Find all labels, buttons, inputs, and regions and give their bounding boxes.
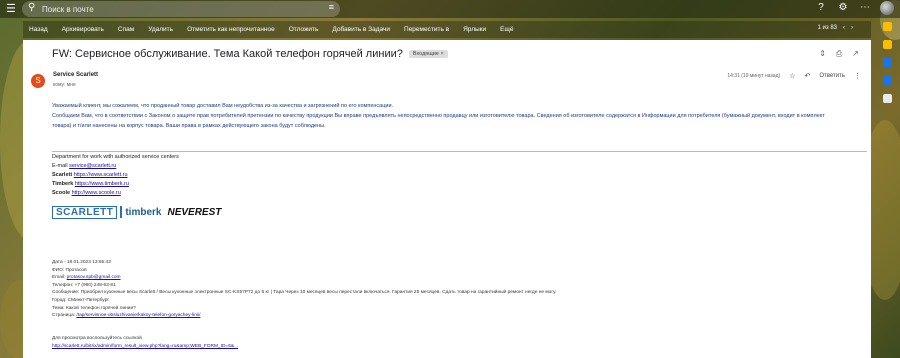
sig-scarlett-line: Scarlett https://www.scarlett.ru — [52, 171, 179, 180]
form-email-line: Email: protasov.spb@gmail.com — [52, 274, 556, 282]
recipient-line[interactable]: кому: мне — [53, 82, 76, 88]
message-time: 14:31 (19 минут назад) — [727, 73, 781, 79]
expand-icon[interactable]: ⇕ — [819, 49, 826, 59]
star-icon[interactable]: ☆ — [789, 72, 795, 80]
inbox-label-chip[interactable]: Входящие × — [408, 50, 448, 58]
sig-email-label: E-mail — [52, 163, 68, 169]
sig-scarlett-label: Scarlett — [52, 172, 73, 178]
form-city: Город: СМинкт-Петербург — [52, 297, 110, 303]
next-icon[interactable]: › — [851, 25, 853, 31]
form-date: Дата - 18.01.2023 13:55:43 — [52, 260, 111, 265]
sig-timberk-label: Timberk — [52, 181, 74, 187]
divider — [52, 151, 867, 152]
form-message: Сообщение: Приобрел кухонные весы Scarle… — [52, 290, 557, 296]
apps-grid-icon[interactable]: ⋯ — [858, 1, 872, 15]
pager: 1 из 83 ‹ › — [818, 25, 853, 31]
scarlett-logo: SCARLETT — [52, 205, 118, 219]
pager-count: 1 из 83 — [817, 25, 837, 31]
keep-app-icon[interactable] — [882, 40, 892, 49]
more-button[interactable]: Ещё — [500, 26, 513, 33]
help-icon[interactable]: ? — [814, 1, 828, 15]
footer-note: Для просмотра воспользуйтесь ссылкой — [52, 336, 142, 341]
brand-logos: SCARLETT timberk NEVEREST — [52, 205, 221, 219]
message-subject: FW: Сервисное обслуживание. Тема Какой т… — [52, 48, 403, 60]
sig-email-line: E-mail service@scarlett.ru — [52, 162, 179, 171]
sig-timberk-link[interactable]: https://www.timberk.ru — [75, 181, 129, 187]
sig-scoole-link[interactable]: http://www.scoole.ru — [72, 190, 121, 196]
more-vert-icon[interactable]: ⋮ — [854, 72, 861, 80]
add-app-icon[interactable] — [882, 94, 892, 103]
reply-icon[interactable]: ↶ — [804, 72, 810, 80]
archive-button[interactable]: Архивировать — [62, 26, 104, 33]
avatar[interactable] — [880, 1, 894, 15]
body-paragraph-2: Сообщаем Вам, что в соответствии с Закон… — [52, 113, 825, 119]
timberk-logo: timberk — [125, 206, 162, 218]
form-page-link[interactable]: /tap/servisnoe-obsluzhivanie/kakoy-telef… — [76, 313, 200, 318]
tasks-app-icon[interactable] — [882, 58, 892, 67]
search-icon[interactable]: ⚲ — [28, 2, 35, 13]
sig-scoole-label: Scoole — [52, 190, 71, 196]
footer-link[interactable]: http://scarlett.ru/bitrix/admin/form_res… — [52, 343, 238, 351]
open-new-window-icon[interactable]: ↗ — [852, 49, 859, 59]
neverest-logo: NEVEREST — [167, 206, 222, 218]
spam-button[interactable]: Спам — [118, 26, 134, 33]
sig-timberk-line: Timberk https://www.timberk.ru — [52, 180, 179, 189]
mark-unread-button[interactable]: Отметить как непрочитанное — [187, 26, 275, 33]
sig-scoole-line: Scoole http://www.scoole.ru — [52, 189, 179, 198]
message-pane: FW: Сервисное обслуживание. Тема Какой т… — [23, 40, 871, 358]
body-paragraph-1: Уважаемый клиент, мы сожалеем, что прода… — [52, 103, 394, 109]
sender-avatar: S — [31, 74, 45, 88]
form-footer: Для просмотра воспользуйтесь ссылкой htt… — [52, 335, 238, 351]
sender-name: Service Scarlett — [53, 72, 99, 78]
calendar-app-icon[interactable] — [882, 22, 892, 31]
form-fio: ФИО: Протасов — [52, 267, 87, 273]
labels-button[interactable]: Ярлыки — [463, 26, 486, 33]
delete-button[interactable]: Удалить — [148, 26, 173, 33]
reply-button[interactable]: Ответить — [819, 73, 845, 79]
form-email-label: Email: — [52, 275, 66, 281]
side-panel — [880, 22, 894, 103]
sig-scarlett-link[interactable]: https://www.scarlett.ru — [74, 172, 128, 178]
search-input[interactable] — [42, 3, 312, 15]
form-topic: Тема: Какой телефон горячей линии? — [52, 305, 136, 311]
form-details: Дата - 18.01.2023 13:55:43 ФИО: Протасов… — [52, 259, 556, 320]
form-page-line: Страница: /tap/servisnoe-obsluzhivanie/k… — [52, 312, 556, 320]
gear-icon[interactable]: ⚙ — [836, 1, 850, 15]
sig-dept: Department for work with authorized serv… — [52, 154, 179, 160]
filter-icon[interactable]: ≡ — [329, 2, 334, 12]
form-phone: Телефон: +7 (960) 248-63-81 — [52, 282, 116, 288]
snooze-button[interactable]: Отложить — [289, 26, 319, 33]
back-button[interactable]: Назад — [29, 26, 48, 33]
form-email-link[interactable]: protasov.spb@gmail.com — [67, 275, 121, 280]
form-page-label: Страница: — [52, 313, 76, 319]
prev-icon[interactable]: ‹ — [843, 25, 845, 31]
menu-icon[interactable]: ☰ — [6, 3, 16, 15]
search-box[interactable]: ⚲ ≡ — [22, 1, 340, 17]
move-to-button[interactable]: Переместить в — [404, 26, 449, 33]
signature: Department for work with authorized serv… — [52, 153, 179, 198]
contacts-app-icon[interactable] — [882, 76, 892, 85]
body-paragraph-3: товара) и т/или нанесены на корпус товар… — [52, 123, 326, 129]
sig-email-link[interactable]: service@scarlett.ru — [69, 163, 116, 169]
message-body: Уважаемый клиент, мы сожалеем, что прода… — [52, 101, 867, 131]
print-icon[interactable]: ⎙ — [836, 49, 842, 59]
logo-separator — [120, 206, 123, 218]
mail-toolbar: Назад Архивировать Спам Удалить Отметить… — [23, 21, 871, 38]
add-to-tasks-button[interactable]: Добавить в Задачи — [332, 26, 390, 33]
top-bar: ☰ ⚲ ≡ ? ⚙ ⋯ — [0, 0, 900, 18]
